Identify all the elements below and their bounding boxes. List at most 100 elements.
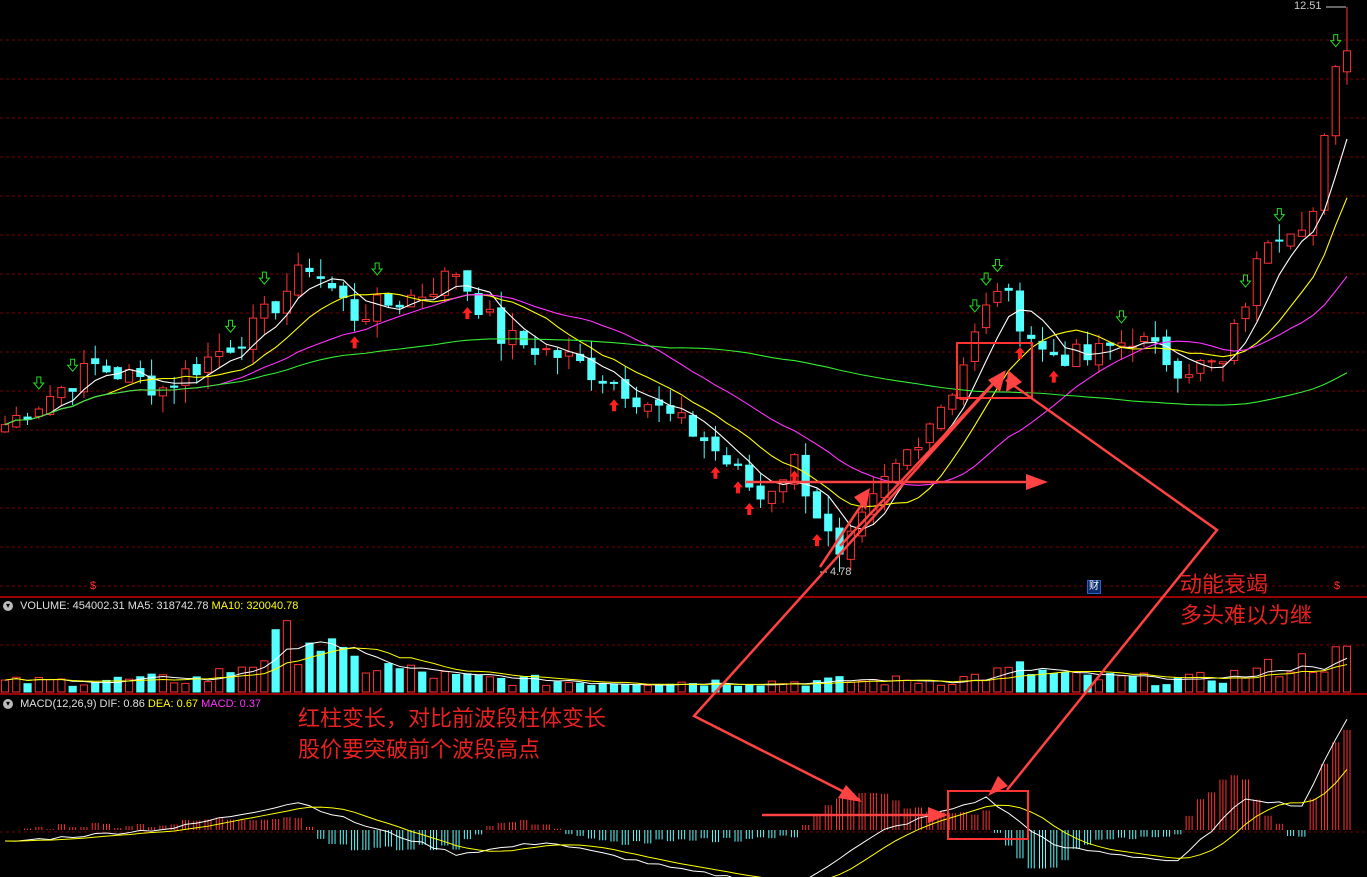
sell-arrow [1273, 208, 1286, 222]
candle-body [812, 491, 822, 519]
buy-arrow [733, 481, 744, 494]
candle-body [1297, 229, 1306, 237]
candle-body [700, 437, 709, 442]
buy-arrow [349, 336, 360, 349]
moving-averages [4, 138, 1348, 530]
volume-bar [1094, 679, 1103, 693]
volume-bar [418, 671, 427, 693]
volume-bar [1320, 671, 1329, 693]
candle-body [327, 283, 337, 289]
candle-body [237, 346, 246, 349]
sell-arrow [1329, 34, 1342, 48]
volume-bar [294, 664, 303, 693]
candle-body [294, 264, 303, 296]
candle-body [1320, 134, 1329, 211]
volume-bar [79, 684, 89, 693]
candle-body [1049, 351, 1058, 356]
candle-body [102, 365, 111, 373]
candle-body [598, 380, 607, 384]
volume-bar [361, 672, 370, 693]
candle-body [305, 267, 314, 273]
candle-body [1241, 306, 1250, 320]
dea-line [4, 768, 1348, 877]
candle-body [824, 513, 833, 532]
volume-bar [542, 684, 551, 693]
sell-arrow [991, 258, 1004, 273]
candle-body [373, 294, 382, 322]
volume-bar [835, 676, 844, 693]
volume-bar [1106, 673, 1115, 693]
candle-body [361, 318, 370, 322]
annotation-right: 动能衰竭 多头难以为继 [1180, 573, 1313, 629]
volume-menu-icon[interactable]: ▾ [3, 601, 13, 612]
candle-body [463, 270, 472, 292]
volume-bar [1218, 682, 1228, 693]
candle-body [914, 446, 923, 451]
candle-body [609, 381, 619, 384]
volume-bar [170, 682, 179, 693]
candlesticks [0, 7, 1352, 572]
candle-body [936, 406, 946, 430]
candle-body [249, 317, 258, 350]
volume-bar [936, 684, 946, 693]
candle-body [1072, 343, 1081, 368]
macd-menu-icon[interactable]: ▾ [3, 699, 13, 710]
candle-body [508, 329, 517, 346]
candle-body [643, 404, 652, 412]
candle-body [1342, 50, 1352, 73]
volume-bar [1309, 671, 1318, 693]
candle-body [203, 356, 213, 373]
candle-body [903, 449, 912, 466]
volume-bar [57, 678, 66, 693]
volume-bar [1128, 675, 1137, 693]
candle-body [316, 276, 325, 279]
volume-bar [632, 684, 641, 693]
annotation-overlay [0, 6, 1367, 840]
macd-header: ▾ MACD(12,26,9) DIF: 0.86 DEA: 0.67 MACD… [0, 696, 261, 712]
volume-bar [429, 677, 438, 693]
candle-body [384, 293, 393, 306]
volume-bar [903, 679, 912, 693]
volume-bar [925, 679, 934, 693]
volume-bar [1049, 673, 1058, 693]
candle-body [925, 423, 934, 444]
volume-header: ▾ VOLUME: 454002.31 MA5: 318742.78 MA10:… [0, 598, 298, 614]
candle-body [282, 290, 292, 314]
volume-bar [880, 684, 889, 693]
volume-bar [846, 681, 855, 693]
sell-arrow [980, 272, 993, 286]
volume-bar [1117, 675, 1126, 693]
candle-body [632, 397, 641, 408]
candle-body [1027, 334, 1036, 339]
volume-bar [530, 674, 540, 693]
volume-bar [215, 668, 224, 693]
volume-bar [1342, 645, 1352, 693]
grid-lines [0, 39, 1367, 833]
candle-body [1173, 360, 1182, 379]
candle-body [192, 364, 201, 376]
candle-body [756, 485, 765, 500]
volume-bar [1196, 671, 1205, 693]
candle-body [1218, 361, 1228, 365]
volume-bar [91, 682, 100, 693]
volume-bar [745, 684, 754, 693]
volume-bar [948, 684, 957, 693]
volume-bar [1038, 669, 1047, 693]
ma20-line [4, 275, 1348, 486]
candle-body [948, 394, 957, 410]
volume-bar [587, 685, 596, 693]
volume-bar [203, 681, 213, 693]
candle-body [350, 299, 359, 321]
candle-body [1004, 287, 1013, 291]
volume-bar [621, 684, 630, 693]
buy-arrow [462, 307, 473, 320]
volume-bar [463, 673, 472, 693]
candle-body [91, 358, 100, 365]
volume-bar [1151, 685, 1160, 693]
volume-bar [46, 679, 55, 693]
volume-bar [1252, 667, 1261, 693]
volume-bar [327, 638, 337, 693]
volume-bar [1297, 653, 1306, 693]
buy-arrow [1048, 370, 1059, 383]
candle-body [34, 408, 43, 417]
